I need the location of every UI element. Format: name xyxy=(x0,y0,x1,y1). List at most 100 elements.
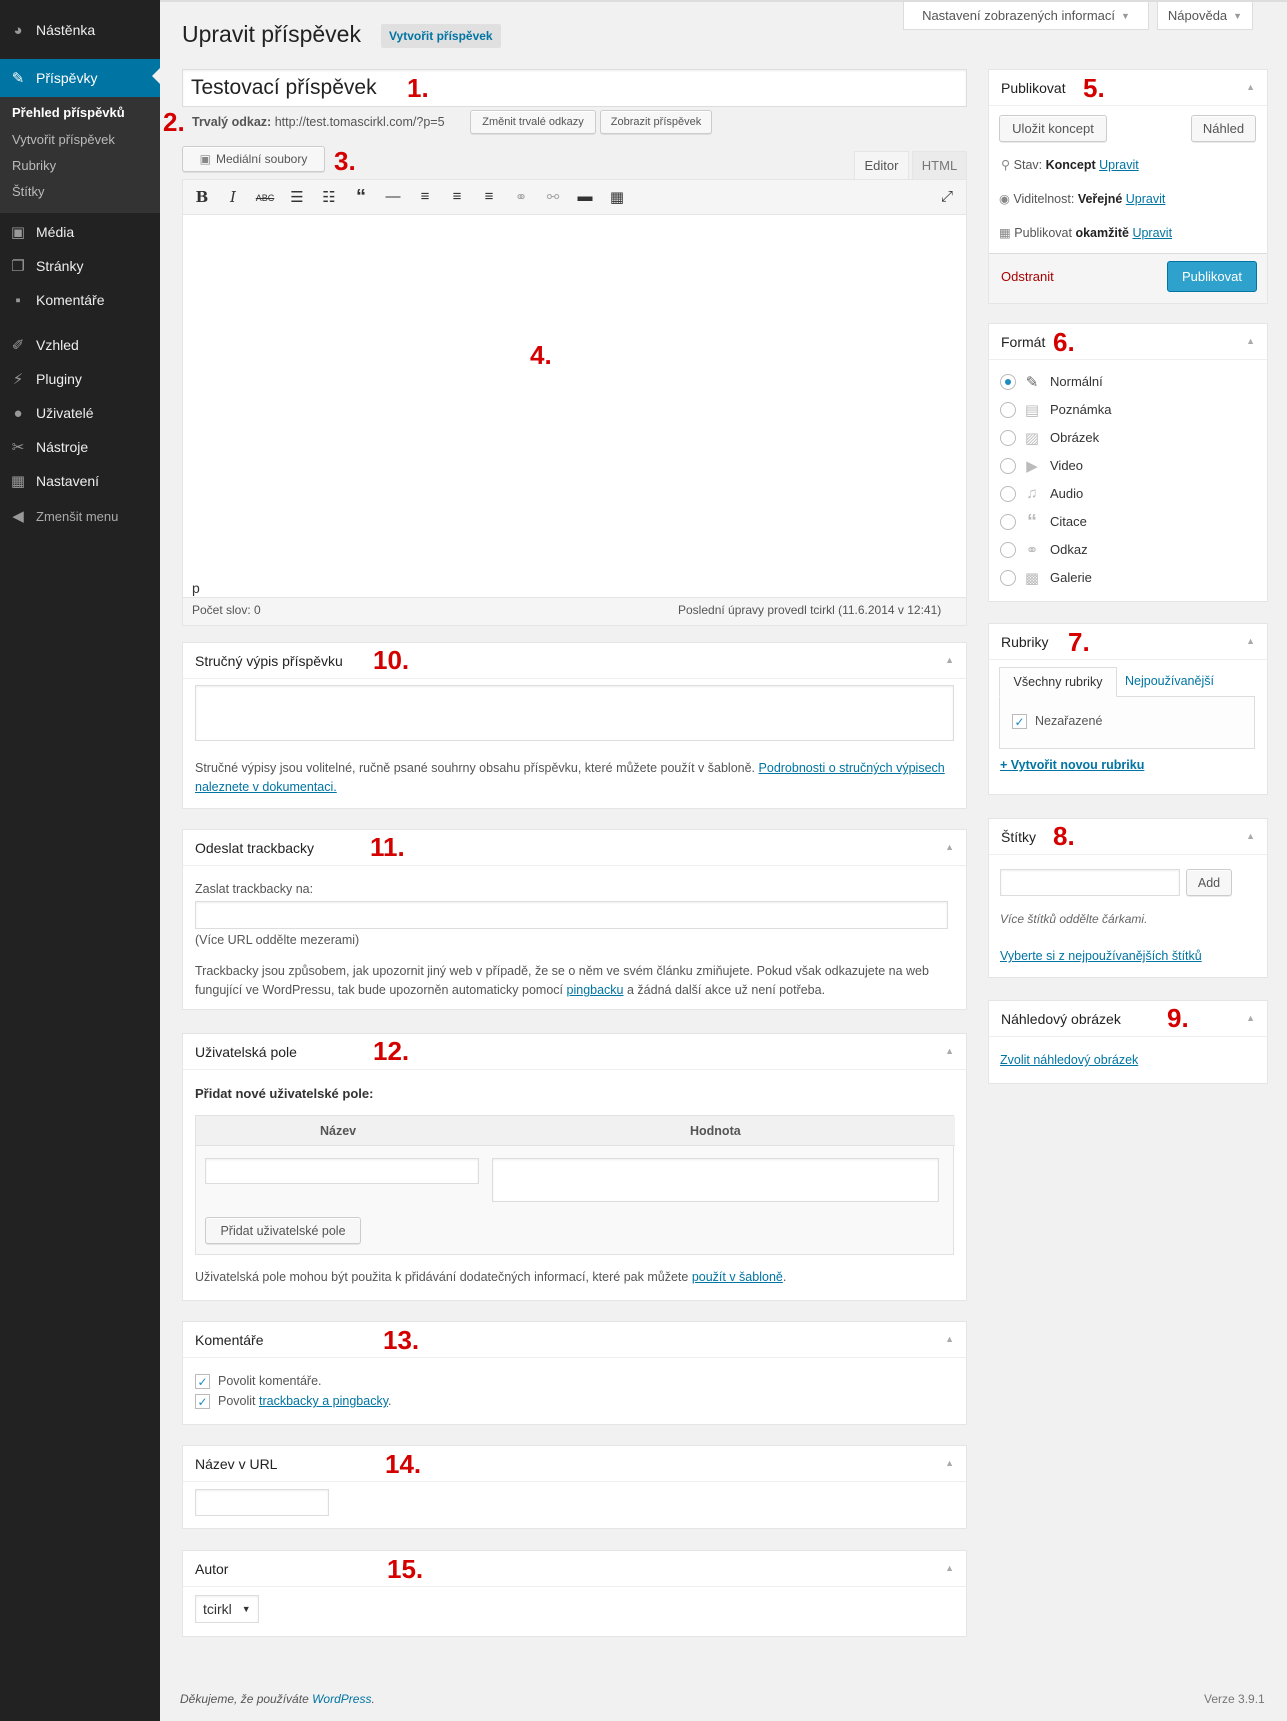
image-icon: ▨ xyxy=(1024,430,1040,447)
help-button[interactable]: Nápověda ▼ xyxy=(1157,2,1253,30)
unlink-icon[interactable]: ⚯ xyxy=(543,188,563,206)
menu-item-users[interactable]: ● Uživatelé xyxy=(0,396,160,430)
submenu-item-add-new[interactable]: Vytvořit příspěvek xyxy=(12,132,115,147)
numbered-list-icon[interactable]: ☷ xyxy=(319,188,339,206)
preview-button[interactable]: Náhled xyxy=(1191,115,1256,142)
post-title-input[interactable]: Testovací příspěvek xyxy=(182,69,967,107)
bullet-list-icon[interactable]: ☰ xyxy=(287,188,307,206)
add-media-button[interactable]: ▣ Mediální soubory xyxy=(182,146,325,172)
menu-item-appearance[interactable]: ✐ Vzhled xyxy=(0,328,160,362)
format-radio-gallery[interactable] xyxy=(1000,570,1016,586)
add-new-post-button[interactable]: Vytvořit příspěvek xyxy=(381,24,501,48)
tags-box: Štítky ▲ Add Více štítků oddělte čárkami… xyxy=(988,818,1268,978)
featured-image-box: Náhledový obrázek ▲ Zvolit náhledový obr… xyxy=(988,1000,1268,1084)
use-in-template-link[interactable]: použít v šabloně xyxy=(692,1270,783,1284)
menu-item-posts[interactable]: ✎ Příspěvky xyxy=(0,59,160,97)
trackbacks-pingbacks-link[interactable]: trackbacky a pingbacky xyxy=(259,1394,388,1408)
format-radio-quote[interactable] xyxy=(1000,514,1016,530)
visibility-row: ◉ Viditelnost: Veřejné Upravit xyxy=(999,192,1166,206)
allow-comments-checkbox[interactable]: ✓ xyxy=(195,1374,210,1389)
menu-item-pages[interactable]: ❐ Stránky xyxy=(0,249,160,283)
category-checkbox-uncategorized[interactable]: ✓ xyxy=(1012,714,1027,729)
set-featured-image-link[interactable]: Zvolit náhledový obrázek xyxy=(1000,1053,1138,1067)
link-icon: ⚭ xyxy=(1025,542,1039,559)
add-tag-button[interactable]: Add xyxy=(1186,869,1232,896)
toggle-arrow-icon[interactable]: ▲ xyxy=(945,1458,954,1468)
format-radio-aside[interactable] xyxy=(1000,402,1016,418)
video-icon: ▶ xyxy=(1026,458,1038,475)
menu-item-media[interactable]: ▣ Média xyxy=(0,215,160,249)
align-center-icon[interactable]: ≡ xyxy=(447,188,467,205)
add-new-category-link[interactable]: + Vytvořit novou rubriku xyxy=(1000,758,1144,772)
submenu-item-categories[interactable]: Rubriky xyxy=(12,158,56,173)
bold-icon[interactable]: B xyxy=(192,188,212,206)
toggle-arrow-icon[interactable]: ▲ xyxy=(945,1046,954,1056)
menu-item-comments[interactable]: ▪ Komentáře xyxy=(0,283,160,317)
add-custom-field-button[interactable]: Přidat uživatelské pole xyxy=(205,1217,361,1244)
delete-link[interactable]: Odstranit xyxy=(1001,269,1054,284)
toolbar-toggle-icon[interactable]: ▦ xyxy=(607,188,627,206)
slug-input[interactable] xyxy=(195,1489,329,1516)
allow-comments-label: Povolit komentáře. xyxy=(218,1374,322,1388)
align-right-icon[interactable]: ≡ xyxy=(479,188,499,205)
format-radio-image[interactable] xyxy=(1000,430,1016,446)
screen-options-button[interactable]: Nastavení zobrazených informací ▼ xyxy=(903,2,1149,30)
toggle-arrow-icon[interactable]: ▲ xyxy=(1246,831,1255,841)
tags-input[interactable] xyxy=(1000,869,1180,896)
change-permalinks-button[interactable]: Změnit trvalé odkazy xyxy=(470,110,596,134)
tab-html[interactable]: HTML xyxy=(912,151,967,179)
edit-status-link[interactable]: Upravit xyxy=(1099,158,1139,172)
choose-popular-tags-link[interactable]: Vyberte si z nejpoužívanějších štítků xyxy=(1000,949,1202,963)
tab-editor[interactable]: Editor xyxy=(854,151,909,179)
users-icon: ● xyxy=(13,404,23,422)
link-icon[interactable]: ⚭ xyxy=(511,188,531,206)
toggle-arrow-icon[interactable]: ▲ xyxy=(945,842,954,852)
toggle-arrow-icon[interactable]: ▲ xyxy=(1246,636,1255,646)
view-post-button[interactable]: Zobrazit příspěvek xyxy=(600,110,712,134)
comments-title: Komentáře xyxy=(195,1332,264,1348)
fullscreen-icon[interactable]: ⤢ xyxy=(937,188,957,205)
toggle-arrow-icon[interactable]: ▲ xyxy=(1246,82,1255,92)
align-left-icon[interactable]: ≡ xyxy=(415,188,435,205)
tags-title: Štítky xyxy=(1001,829,1037,845)
publish-box: Publikovat ▲ Uložit koncept Náhled ⚲ Sta… xyxy=(988,69,1268,304)
horizontal-line-icon[interactable]: — xyxy=(383,188,403,205)
format-radio-link[interactable] xyxy=(1000,542,1016,558)
status-row: ⚲ Stav: Koncept Upravit xyxy=(1001,158,1139,172)
custom-field-name-input[interactable] xyxy=(205,1158,479,1184)
format-radio-video[interactable] xyxy=(1000,458,1016,474)
save-draft-button[interactable]: Uložit koncept xyxy=(999,115,1107,142)
tab-all-categories[interactable]: Všechny rubriky xyxy=(999,667,1117,697)
menu-item-settings[interactable]: ▦ Nastavení xyxy=(0,464,160,498)
edit-publish-time-link[interactable]: Upravit xyxy=(1132,226,1172,240)
toggle-arrow-icon[interactable]: ▲ xyxy=(945,1334,954,1344)
submenu-item-tags[interactable]: Štítky xyxy=(12,184,45,199)
read-more-icon[interactable]: ▬ xyxy=(575,188,595,205)
allow-trackbacks-checkbox[interactable]: ✓ xyxy=(195,1394,210,1409)
toggle-arrow-icon[interactable]: ▲ xyxy=(945,1563,954,1573)
publish-button[interactable]: Publikovat xyxy=(1167,261,1257,292)
menu-item-tools[interactable]: ✂ Nástroje xyxy=(0,430,160,464)
submenu-item-all-posts[interactable]: Přehled příspěvků xyxy=(12,105,125,120)
excerpt-textarea[interactable] xyxy=(195,685,954,741)
permalink-url[interactable]: http://test.tomascirkl.com/?p=5 xyxy=(275,115,445,129)
editor-content-area[interactable] xyxy=(183,216,966,576)
format-radio-standard[interactable] xyxy=(1000,374,1016,390)
blockquote-icon[interactable]: “ xyxy=(351,186,371,209)
author-select[interactable]: tcirkl ▼ xyxy=(195,1595,259,1623)
format-radio-audio[interactable] xyxy=(1000,486,1016,502)
trackbacks-input[interactable] xyxy=(195,901,948,929)
toggle-arrow-icon[interactable]: ▲ xyxy=(1246,336,1255,346)
wordpress-link[interactable]: WordPress xyxy=(312,1692,371,1706)
toggle-arrow-icon[interactable]: ▲ xyxy=(945,655,954,665)
collapse-menu-button[interactable]: ◀ Zmenšit menu xyxy=(0,499,160,533)
edit-visibility-link[interactable]: Upravit xyxy=(1126,192,1166,206)
pingback-link[interactable]: pingbacku xyxy=(567,983,624,997)
custom-field-value-textarea[interactable] xyxy=(492,1158,939,1202)
tab-popular-categories[interactable]: Nejpoužívanější xyxy=(1117,674,1214,688)
menu-item-plugins[interactable]: ⚡ Pluginy xyxy=(0,362,160,396)
strikethrough-icon[interactable]: ABC xyxy=(255,193,275,203)
italic-icon[interactable]: I xyxy=(223,188,243,206)
toggle-arrow-icon[interactable]: ▲ xyxy=(1246,1013,1255,1023)
menu-item-dashboard[interactable]: ◕ Nástěnka xyxy=(0,13,160,47)
